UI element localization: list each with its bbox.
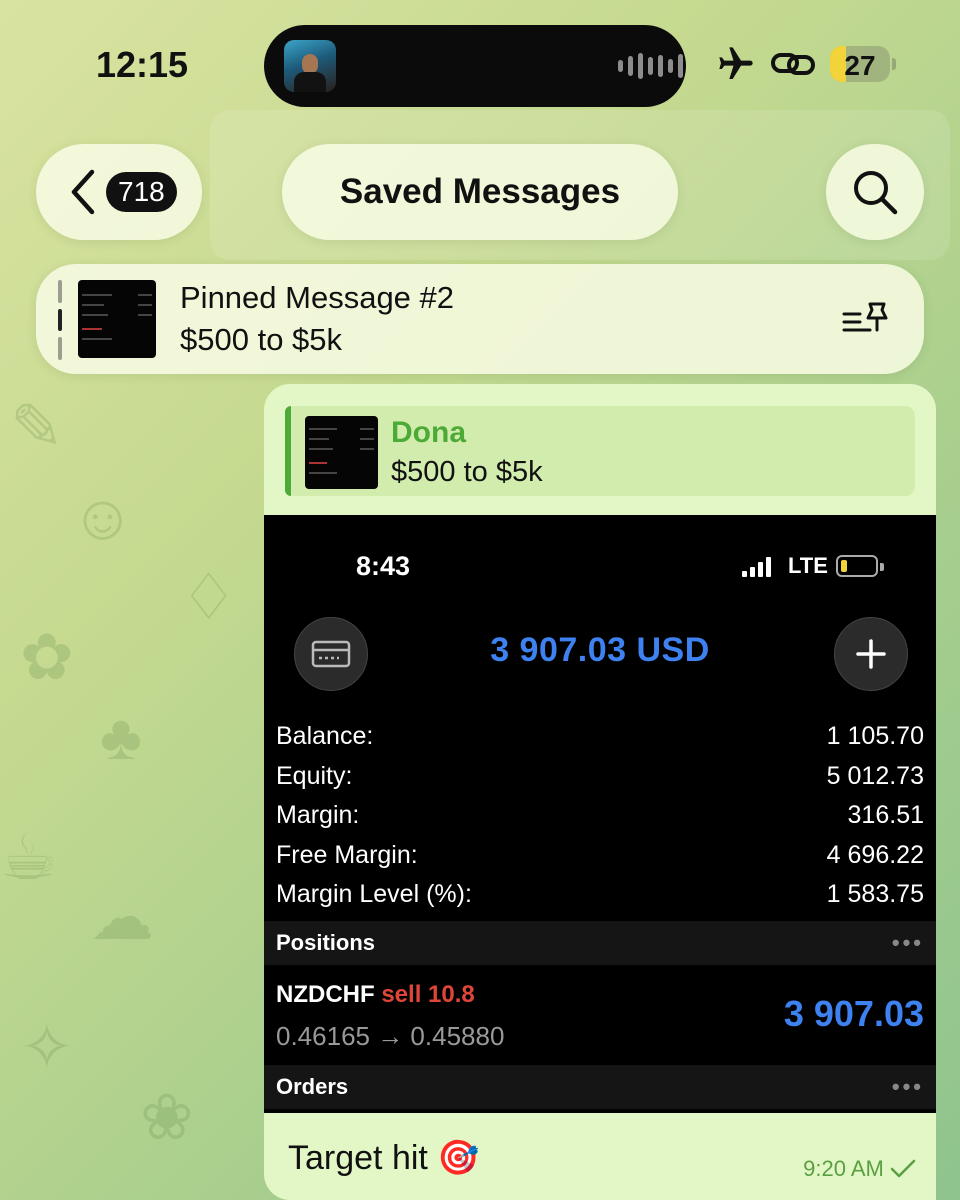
search-button[interactable] [826, 144, 924, 240]
signal-icon [742, 555, 771, 577]
account-row: Margin: 316.51 [276, 801, 924, 830]
more-icon: ••• [891, 930, 924, 955]
position-symbol: NZDCHF sell 10.8 [276, 981, 475, 1008]
account-row: Margin Level (%): 1 583.75 [276, 880, 924, 909]
back-button[interactable]: 718 [36, 144, 202, 240]
reply-preview[interactable]: Dona $500 to $5k [285, 406, 915, 496]
network-type: LTE [788, 553, 828, 578]
account-row: Equity: 5 012.73 [276, 761, 924, 790]
account-row: Balance: 1 105.70 [276, 722, 924, 751]
album-art-icon [284, 40, 336, 92]
reply-text: $500 to $5k [391, 456, 543, 488]
read-check-icon [890, 1159, 916, 1178]
positions-header: Positions ••• [264, 921, 936, 965]
battery-icon: 27 [830, 46, 896, 82]
unread-count-badge: 718 [106, 172, 177, 212]
reply-thumbnail [305, 416, 378, 489]
chat-title[interactable]: Saved Messages [282, 144, 678, 240]
status-time: 12:15 [96, 44, 189, 85]
pinned-list-icon[interactable] [842, 300, 892, 340]
message-caption: Target hit 🎯 [288, 1139, 480, 1177]
reply-sender-name: Dona [391, 416, 466, 449]
audio-wave-icon [618, 53, 683, 79]
position-profit: 3 907.03 [783, 993, 924, 1034]
pinned-thumbnail [78, 280, 156, 358]
dynamic-island[interactable] [264, 25, 686, 107]
link-icon [771, 53, 815, 75]
orders-header: Orders ••• [264, 1065, 936, 1109]
pinned-message-bar[interactable]: Pinned Message #2 $500 to $5k [36, 264, 924, 374]
reply-accent-bar [285, 406, 291, 496]
position-rate: 0.46165 → 0.45880 [276, 1021, 505, 1051]
account-summary: Balance: 1 105.70 Equity: 5 012.73 Margin:… [276, 717, 924, 915]
plus-icon [834, 617, 908, 691]
attached-screenshot[interactable]: 8:43 LTE 3 907.03 USD Balance: 1 105.70 E… [264, 515, 936, 1113]
message-timestamp: 9:20 AM [803, 1156, 916, 1182]
search-icon [854, 171, 898, 215]
chevron-left-icon [71, 169, 95, 215]
battery-percent: 27 [844, 50, 876, 81]
doodle-pattern: ✎ [10, 391, 64, 463]
account-row: Free Margin: 4 696.22 [276, 840, 924, 869]
pinned-title: Pinned Message #2 [180, 280, 455, 315]
position-side: sell 10.8 [381, 981, 475, 1008]
message-bubble[interactable]: Dona $500 to $5k 8:43 LTE 3 907.03 USD B… [264, 384, 936, 1200]
pinned-text: $500 to $5k [180, 322, 343, 357]
screenshot-battery-icon [836, 555, 884, 577]
pin-indicator [58, 280, 62, 361]
screenshot-time: 8:43 [356, 551, 411, 581]
airplane-icon [719, 47, 753, 79]
more-icon: ••• [891, 1074, 924, 1099]
